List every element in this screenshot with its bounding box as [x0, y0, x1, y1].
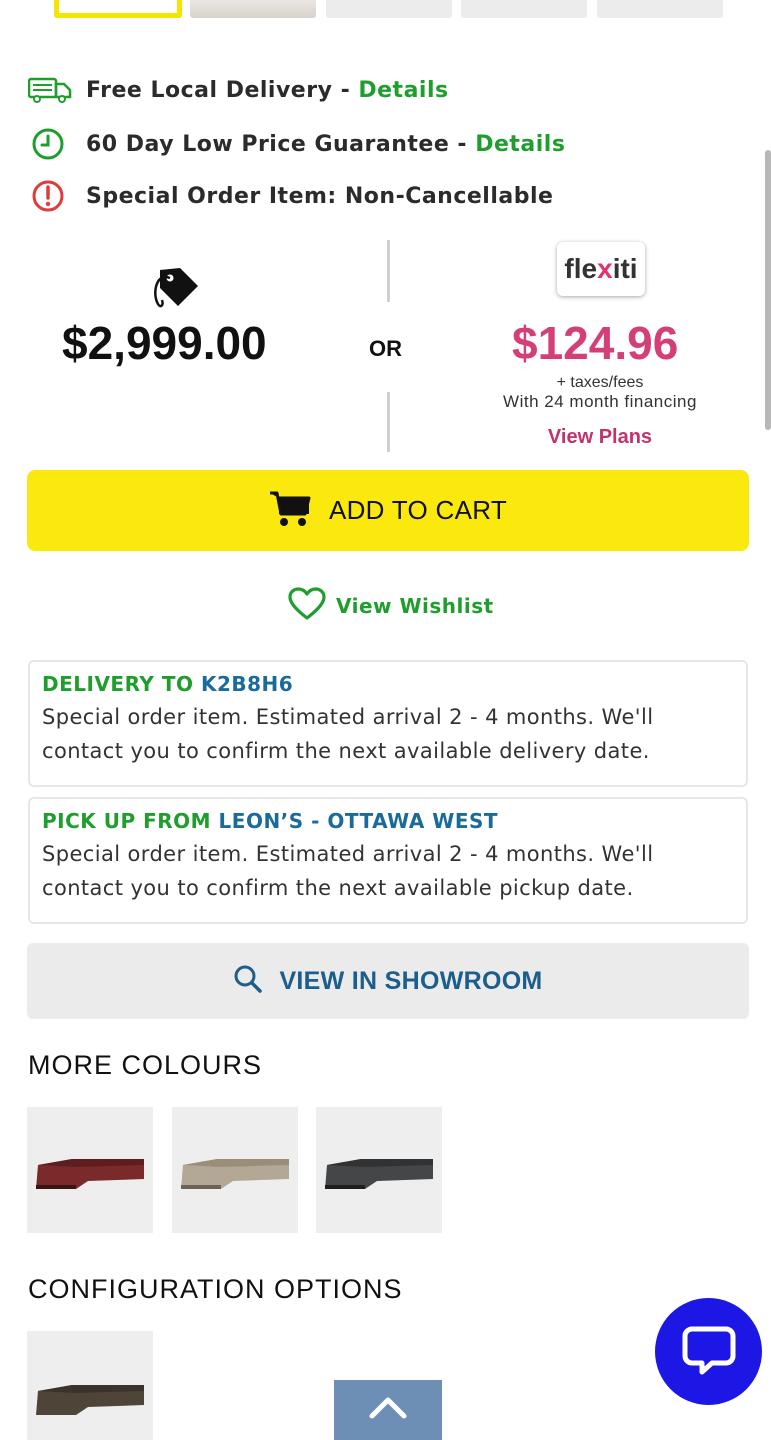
- thumbnail-2[interactable]: [190, 0, 316, 18]
- pickup-card-lead: PICK UP FROM: [42, 809, 219, 833]
- financing-note: With 24 month financing: [503, 392, 697, 411]
- info-guarantee-text: 60 Day Low Price Guarantee: [86, 131, 450, 157]
- search-icon: [233, 964, 263, 998]
- clock-icon: [28, 128, 72, 160]
- delivery-details-link[interactable]: Details: [358, 78, 448, 103]
- view-in-showroom-label: VIEW IN SHOWROOM: [279, 966, 543, 995]
- thumbnail-5[interactable]: [597, 0, 723, 18]
- pickup-card-body: Special order item. Estimated arrival 2 …: [42, 842, 654, 900]
- colour-swatch-red[interactable]: [27, 1107, 153, 1233]
- view-in-showroom-button[interactable]: VIEW IN SHOWROOM: [27, 943, 749, 1019]
- info-row-delivery: Free Local Delivery - Details: [28, 70, 449, 110]
- thumbnail-4[interactable]: [461, 0, 587, 18]
- guarantee-details-link[interactable]: Details: [475, 132, 565, 157]
- price-tag-icon: [150, 264, 202, 316]
- sofa-thumbnail-charcoal: [325, 1159, 433, 1189]
- info-delivery-text: Free Local Delivery: [86, 77, 333, 103]
- price-divider-top: [387, 240, 390, 302]
- view-wishlist-link[interactable]: View Wishlist: [288, 586, 494, 626]
- chevron-up-icon: [368, 1394, 408, 1424]
- add-to-cart-button[interactable]: ADD TO CART: [27, 470, 749, 551]
- price-block: $2,999.00 OR fle x iti $124.96 + taxes/fee…: [0, 236, 771, 456]
- colour-swatch-beige[interactable]: [172, 1107, 298, 1233]
- delivery-truck-icon: [28, 74, 72, 106]
- info-delivery-separator: -: [332, 77, 359, 103]
- add-to-cart-label: ADD TO CART: [328, 495, 508, 525]
- delivery-card-lead: DELIVERY TO: [42, 672, 201, 696]
- delivery-postal-code[interactable]: K2B8H6: [201, 672, 293, 696]
- more-colours-heading: MORE COLOURS: [28, 1050, 263, 1080]
- chat-bubble-icon: [682, 1324, 736, 1380]
- view-wishlist-label: View Wishlist: [336, 594, 494, 618]
- pickup-store-name[interactable]: LEON’S - OTTAWA WEST: [219, 809, 499, 833]
- alert-icon: [28, 180, 72, 212]
- price-divider-bottom: [387, 392, 390, 452]
- colour-swatch-charcoal[interactable]: [316, 1107, 442, 1233]
- delivery-card: DELIVERY TO K2B8H6 Special order item. E…: [28, 660, 748, 787]
- heart-icon: [288, 587, 326, 625]
- sofa-thumbnail-brown: [36, 1385, 144, 1415]
- info-special-order-text: Special Order Item: Non-Cancellable: [86, 183, 554, 209]
- thumbnail-3[interactable]: [326, 0, 452, 18]
- or-label: OR: [369, 336, 402, 361]
- delivery-card-body: Special order item. Estimated arrival 2 …: [42, 705, 654, 763]
- finance-price: $124.96: [512, 317, 679, 369]
- chat-button[interactable]: [655, 1298, 762, 1405]
- flexiti-logo: fle x iti: [557, 242, 645, 296]
- configuration-options-heading: CONFIGURATION OPTIONS: [28, 1274, 403, 1304]
- configuration-swatch-1[interactable]: [27, 1331, 153, 1440]
- regular-price: $2,999.00: [62, 317, 267, 369]
- product-thumbnail-strip: [0, 0, 771, 20]
- sofa-thumbnail-red: [36, 1159, 144, 1189]
- info-guarantee-separator: -: [449, 131, 476, 157]
- cart-icon: [269, 490, 311, 532]
- scroll-to-top-button[interactable]: [334, 1380, 442, 1440]
- info-row-special-order: Special Order Item: Non-Cancellable: [28, 176, 553, 216]
- info-row-price-guarantee: 60 Day Low Price Guarantee - Details: [28, 124, 565, 164]
- taxes-note: + taxes/fees: [556, 374, 644, 391]
- thumbnail-1[interactable]: [54, 0, 182, 18]
- sofa-thumbnail-beige: [181, 1159, 289, 1189]
- pickup-card: PICK UP FROM LEON’S - OTTAWA WEST Specia…: [28, 797, 748, 924]
- view-plans-link[interactable]: View Plans: [500, 426, 700, 449]
